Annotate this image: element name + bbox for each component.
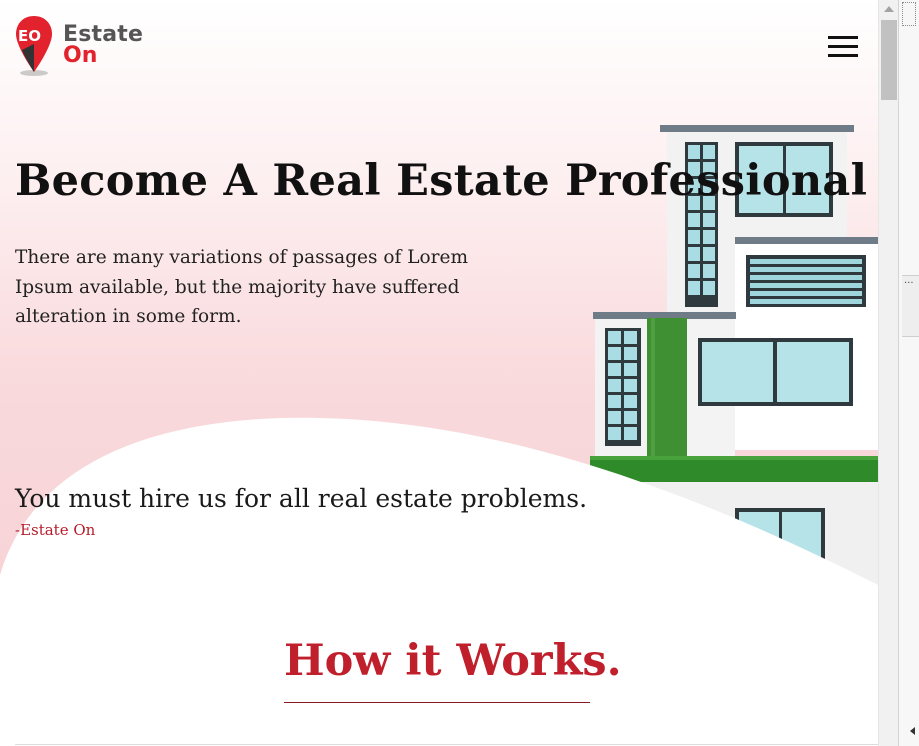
brand-logo[interactable]: EO Estate On bbox=[0, 8, 145, 76]
map-pin-icon: EO bbox=[16, 16, 52, 76]
more-options-icon[interactable]: ··· bbox=[902, 275, 919, 337]
hero-description: There are many variations of passages of… bbox=[15, 247, 468, 327]
brand-name-line2: On bbox=[63, 43, 98, 68]
hero-title: Become A Real Estate Professional bbox=[15, 156, 868, 206]
vertical-scrollbar[interactable] bbox=[878, 0, 899, 746]
page: EO Estate On Become A Real Estate Profes… bbox=[0, 0, 878, 746]
section-divider bbox=[15, 744, 878, 745]
how-it-works-title: How it Works. bbox=[284, 636, 622, 686]
collapse-arrow-icon[interactable] bbox=[910, 727, 915, 735]
hero-tagline: You must hire us for all real estate pro… bbox=[15, 484, 588, 513]
svg-text:EO: EO bbox=[18, 27, 41, 45]
hero-section: EO Estate On Become A Real Estate Profes… bbox=[0, 0, 878, 600]
side-panel-strip: ··· bbox=[898, 0, 919, 746]
title-underline bbox=[284, 702, 590, 703]
tagline-author: -Estate On bbox=[15, 521, 96, 539]
scrollbar-thumb[interactable] bbox=[881, 20, 897, 100]
panel-handle-icon[interactable] bbox=[902, 2, 916, 26]
scroll-up-arrow-icon[interactable] bbox=[884, 6, 894, 12]
hamburger-menu-icon[interactable] bbox=[828, 36, 858, 58]
